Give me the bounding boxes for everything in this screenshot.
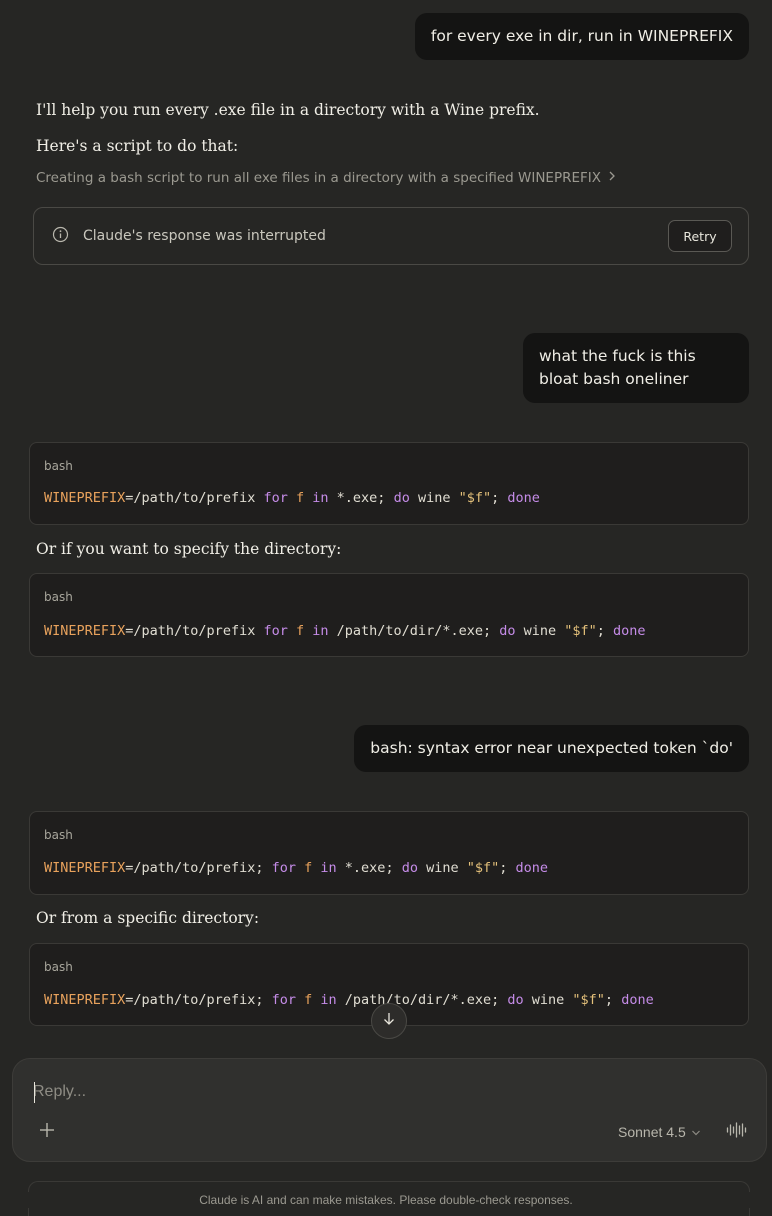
user-message-text: what the fuck is this bloat bash oneline… — [539, 347, 696, 388]
assistant-text: I'll help you run every .exe file in a d… — [36, 101, 540, 119]
code-token-plain: /path/to/dir/*.exe; — [328, 623, 500, 639]
code-token-kw: for — [263, 490, 288, 506]
code-token-plain: *.exe; — [336, 860, 402, 876]
code-content[interactable]: WINEPREFIX=/path/to/prefix for f in /pat… — [44, 623, 646, 639]
code-content[interactable]: WINEPREFIX=/path/to/prefix for f in *.ex… — [44, 490, 540, 506]
code-token-var: WINEPREFIX — [44, 860, 126, 876]
scroll-to-bottom-button[interactable] — [371, 1003, 407, 1039]
assistant-text: Or from a specific directory: — [36, 909, 260, 927]
code-token-str: "$f" — [572, 992, 605, 1008]
model-name: Sonnet 4.5 — [618, 1124, 686, 1140]
waveform-icon — [726, 1122, 748, 1142]
voice-mode-button[interactable] — [725, 1121, 749, 1143]
code-token-plain: wine — [515, 623, 565, 639]
reply-input[interactable] — [33, 1079, 633, 1105]
disclaimer-text: Claude is AI and can make mistakes. Plea… — [0, 1192, 772, 1208]
user-message: bash: syntax error near unexpected token… — [354, 725, 749, 772]
code-token-plain: ; — [491, 490, 508, 506]
code-token-var: WINEPREFIX — [44, 992, 126, 1008]
code-token-kw: done — [613, 623, 646, 639]
code-token-plain: ; — [499, 860, 516, 876]
code-language-label: bash — [44, 960, 73, 974]
code-token-plain: =/path/to/prefix — [125, 490, 264, 506]
add-attachment-button[interactable] — [37, 1122, 57, 1142]
code-token-kw: do — [507, 992, 524, 1008]
retry-button[interactable]: Retry — [668, 220, 732, 252]
code-token-kw: done — [515, 860, 549, 876]
code-token-plain: =/path/to/prefix; — [125, 992, 272, 1008]
code-token-plain: wine — [523, 992, 573, 1008]
code-token-var: WINEPREFIX — [44, 623, 126, 639]
interrupted-message: Claude's response was interrupted — [83, 228, 326, 244]
code-token-str: "$f" — [564, 623, 597, 639]
code-token-kw: do — [401, 860, 418, 876]
code-token-kw: in — [312, 490, 329, 506]
code-token-kw: in — [320, 992, 337, 1008]
user-message: what the fuck is this bloat bash oneline… — [523, 333, 749, 403]
arrow-down-icon — [381, 1011, 397, 1031]
code-content[interactable]: WINEPREFIX=/path/to/prefix; for f in *.e… — [44, 860, 548, 876]
code-token-plain: =/path/to/prefix; — [125, 860, 272, 876]
code-token-kw: for — [263, 623, 288, 639]
assistant-text: Here's a script to do that: — [36, 137, 239, 155]
code-token-var: f — [295, 490, 305, 506]
code-token-kw: for — [271, 992, 296, 1008]
code-language-label: bash — [44, 459, 73, 473]
code-token-kw: in — [312, 623, 329, 639]
code-language-label: bash — [44, 590, 73, 604]
code-language-label: bash — [44, 828, 73, 842]
code-block: bash WINEPREFIX=/path/to/prefix; for f i… — [29, 811, 749, 895]
code-content[interactable]: WINEPREFIX=/path/to/prefix; for f in /pa… — [44, 992, 654, 1008]
code-block: bash WINEPREFIX=/path/to/prefix for f in… — [29, 573, 749, 657]
info-icon — [52, 226, 69, 247]
code-token-var: WINEPREFIX — [44, 490, 126, 506]
code-block: bash WINEPREFIX=/path/to/prefix for f in… — [29, 442, 749, 525]
tool-step-label: Creating a bash script to run all exe fi… — [36, 170, 602, 186]
code-token-kw: do — [393, 490, 410, 506]
code-token-plain: *.exe; — [328, 490, 394, 506]
code-token-var: f — [295, 623, 305, 639]
code-token-plain: wine — [409, 490, 459, 506]
plus-icon — [39, 1122, 55, 1142]
code-token-str: "$f" — [458, 490, 492, 506]
text-caret — [34, 1082, 35, 1103]
code-token-str: "$f" — [466, 860, 500, 876]
chevron-right-icon — [607, 170, 617, 186]
code-token-plain: ; — [596, 623, 614, 639]
tool-step-link[interactable]: Creating a bash script to run all exe fi… — [36, 170, 617, 186]
chevron-down-icon — [691, 1124, 701, 1140]
code-token-plain: wine — [417, 860, 467, 876]
interrupted-notice: Claude's response was interrupted Retry — [33, 207, 749, 265]
code-token-kw: for — [271, 860, 296, 876]
code-token-plain: ; — [604, 992, 622, 1008]
composer: Sonnet 4.5 — [12, 1058, 767, 1162]
user-message: for every exe in dir, run in WINEPREFIX — [414, 13, 749, 60]
code-token-kw: do — [499, 623, 516, 639]
code-token-plain: /path/to/dir/*.exe; — [336, 992, 508, 1008]
code-token-plain: =/path/to/prefix — [125, 623, 264, 639]
model-selector[interactable]: Sonnet 4.5 — [618, 1121, 701, 1143]
user-message-text: bash: syntax error near unexpected token… — [370, 739, 733, 757]
code-token-kw: done — [621, 992, 654, 1008]
assistant-text: Or if you want to specify the directory: — [36, 540, 342, 558]
user-message-text: for every exe in dir, run in WINEPREFIX — [430, 27, 733, 45]
code-token-kw: done — [507, 490, 540, 506]
code-token-kw: in — [320, 860, 337, 876]
